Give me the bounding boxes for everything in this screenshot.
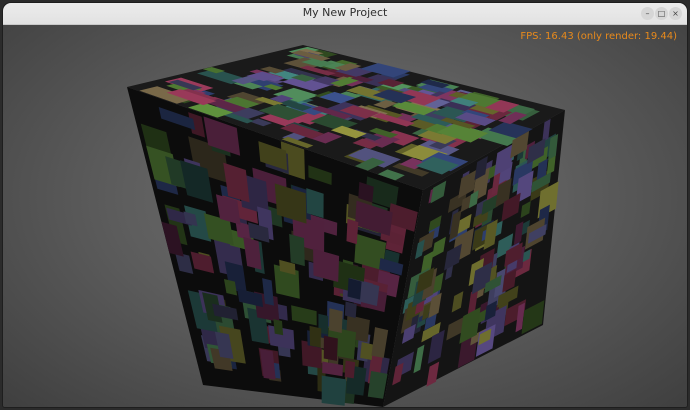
fps-counter: FPS: 16.43 (only render: 19.44) <box>520 31 677 42</box>
voxel-cube-scene <box>127 45 565 407</box>
left-block <box>346 218 359 245</box>
app-window: My New Project – □ × FPS: 16.43 (only re… <box>3 3 687 407</box>
left-block <box>289 233 305 267</box>
left-block <box>323 335 338 361</box>
left-block <box>347 278 362 300</box>
left-block <box>321 375 347 406</box>
close-icon: × <box>672 9 679 18</box>
left-block <box>273 319 284 336</box>
left-block <box>344 301 357 319</box>
title-bar[interactable]: My New Project – □ × <box>3 3 687 25</box>
window-title: My New Project <box>302 6 388 19</box>
minimize-icon: – <box>645 9 650 18</box>
left-block <box>277 304 288 321</box>
render-viewport[interactable]: FPS: 16.43 (only render: 19.44) <box>3 25 687 407</box>
minimize-button[interactable]: – <box>641 7 654 20</box>
left-block <box>329 308 343 333</box>
left-block <box>309 325 322 348</box>
maximize-icon: □ <box>657 9 666 18</box>
left-block <box>344 360 356 379</box>
left-block <box>360 342 374 360</box>
close-button[interactable]: × <box>669 7 682 20</box>
maximize-button[interactable]: □ <box>655 7 668 20</box>
